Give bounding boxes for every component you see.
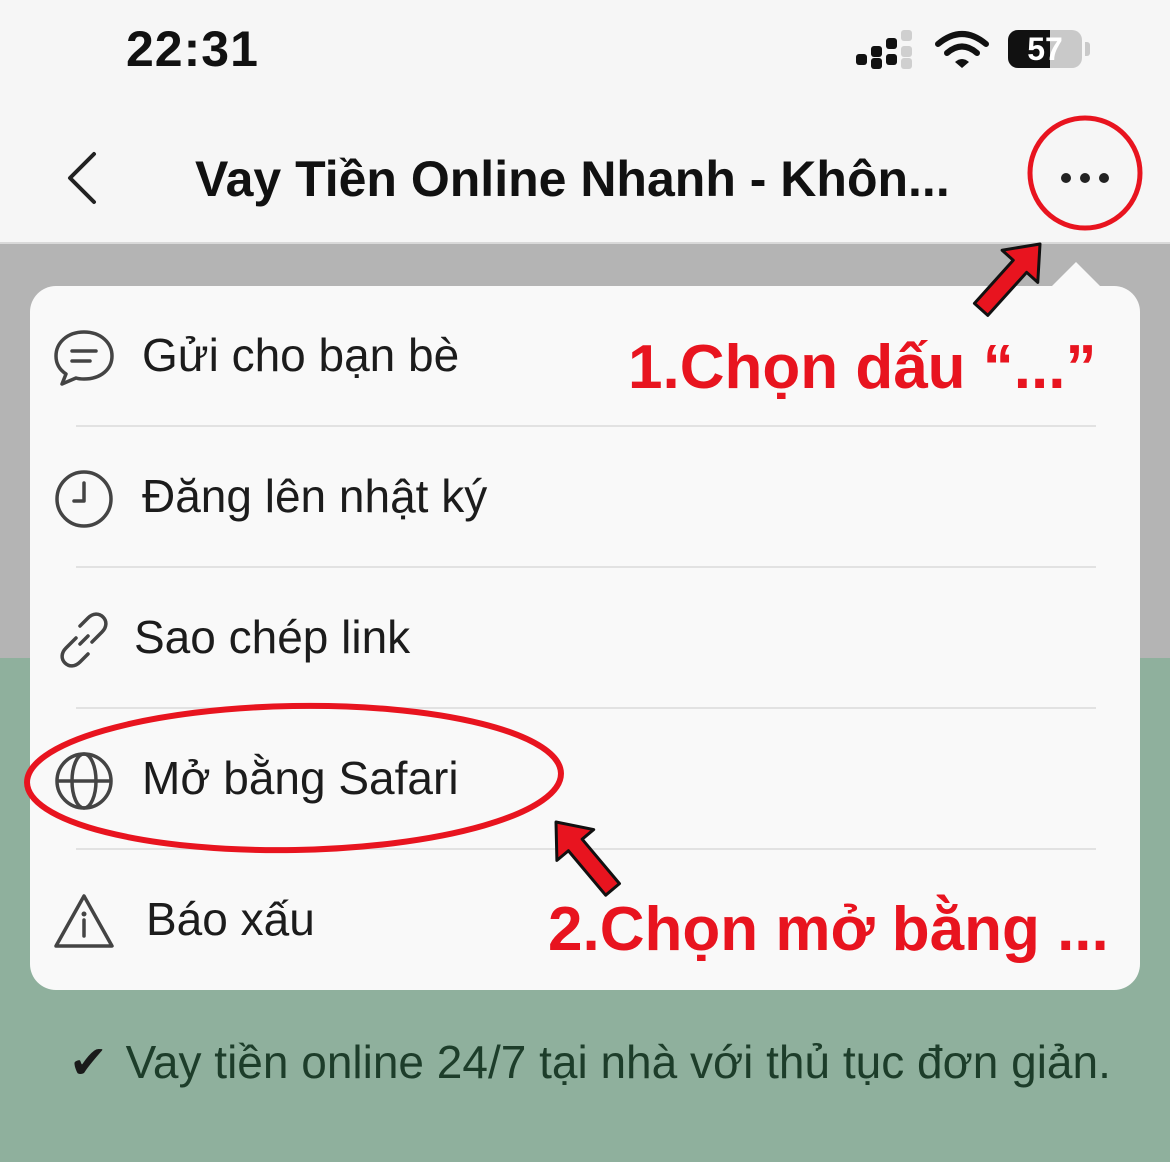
highlight-circle-more <box>1027 115 1143 231</box>
arrow-to-safari <box>554 820 621 897</box>
highlight-ellipse-safari <box>24 702 564 854</box>
checkmark-icon: ✔ <box>69 1036 108 1088</box>
screen: 22:31 57 Vay Tiền Online Nhanh - Khôn...… <box>0 0 1170 1162</box>
annotation-overlay <box>24 115 1143 897</box>
bullet-text: Vay tiền online 24/7 tại nhà với thủ tục… <box>125 1036 1111 1088</box>
page-content-text: ✔ Vay tiền online 24/7 tại nhà với thủ tụ… <box>60 1026 1120 1098</box>
arrow-to-more <box>972 242 1042 317</box>
